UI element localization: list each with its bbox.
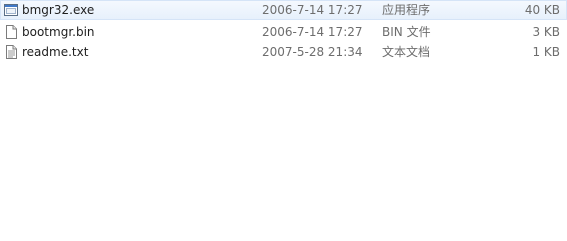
file-list[interactable]: bmgr32.exe 2006-7-14 17:27 应用程序 40 KB bo…: [0, 0, 567, 241]
file-name: readme.txt: [22, 45, 89, 59]
application-icon: [3, 2, 19, 18]
file-modified-date: 2006-7-14 17:27: [262, 25, 363, 39]
text-document-icon: [3, 44, 19, 60]
file-row-bootmgr-bin[interactable]: bootmgr.bin 2006-7-14 17:27 BIN 文件 3 KB: [0, 22, 567, 42]
file-size: 1 KB: [532, 45, 560, 59]
file-modified-date: 2006-7-14 17:27: [262, 3, 363, 17]
file-size: 3 KB: [532, 25, 560, 39]
file-name: bootmgr.bin: [22, 25, 95, 39]
file-modified-date: 2007-5-28 21:34: [262, 45, 363, 59]
file-row-bmgr32-exe[interactable]: bmgr32.exe 2006-7-14 17:27 应用程序 40 KB: [0, 0, 567, 20]
file-size: 40 KB: [524, 3, 560, 17]
file-name: bmgr32.exe: [22, 3, 95, 17]
generic-file-icon: [3, 24, 19, 40]
file-row-readme-txt[interactable]: readme.txt 2007-5-28 21:34 文本文档 1 KB: [0, 42, 567, 62]
